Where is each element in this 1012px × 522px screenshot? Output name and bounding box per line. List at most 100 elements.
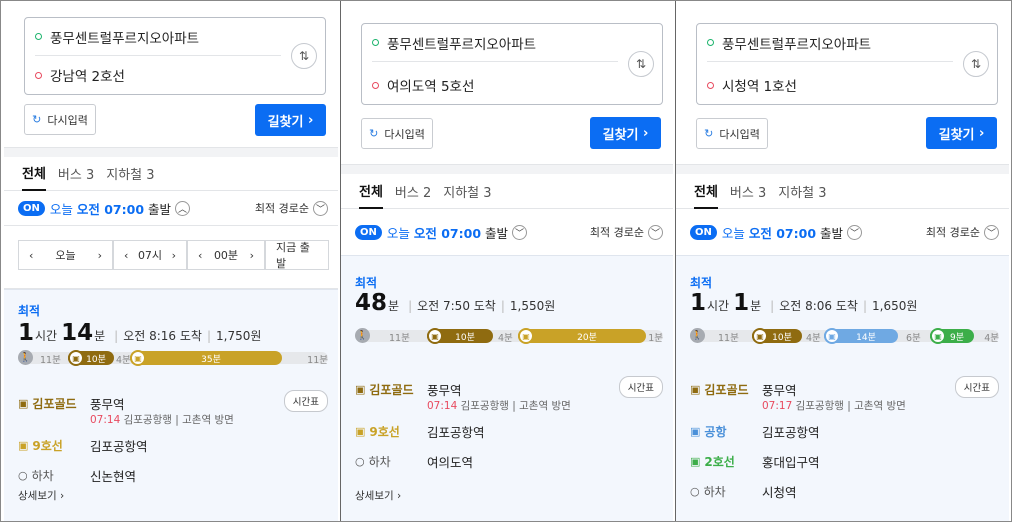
station-name: 풍무역 xyxy=(762,382,797,398)
day-stepper[interactable]: ‹ 오늘 › xyxy=(18,240,113,270)
swap-icon[interactable]: ⇅ xyxy=(291,43,317,69)
depart-time[interactable]: 오전 07:00 xyxy=(749,223,816,242)
origin-field[interactable]: 풍무센트럴푸르지오아파트 xyxy=(707,24,953,62)
minutes-unit: 분 xyxy=(388,299,400,313)
segment-duration: 10분 xyxy=(455,332,475,343)
segment-bar: 🚶 11분 ▣ 10분 4분 ▣ 20분 1분 xyxy=(355,328,663,344)
best-label: 최적 xyxy=(690,276,713,290)
destination-field[interactable]: 강남역 2호선 xyxy=(35,56,281,94)
timetable-button[interactable]: 시간표 xyxy=(954,376,999,398)
origin-field[interactable]: 풍무센트럴푸르지오아파트 xyxy=(372,24,618,62)
route-result-card[interactable]: 최적 48 분 | 오전 7:50 도착 | 1,550원 🚶 11분 ▣ 10분 4분… xyxy=(341,255,673,521)
depart-time[interactable]: 오전 07:00 xyxy=(414,223,481,242)
detail-link[interactable]: 상세보기 › xyxy=(18,488,64,503)
divider xyxy=(676,164,1009,174)
swap-icon[interactable]: ⇅ xyxy=(963,51,989,77)
chevron-down-icon[interactable]: ﹀ xyxy=(512,224,528,240)
segment-gimpo-gold: ▣ 10분 xyxy=(752,328,802,344)
walk-duration: 1분 xyxy=(648,333,663,344)
origin-field[interactable]: 풍무센트럴푸르지오아파트 xyxy=(35,18,281,56)
destination-text: 여의도역 5호선 xyxy=(387,79,475,95)
tab-all[interactable]: 전체 xyxy=(359,175,383,209)
next-icon[interactable]: › xyxy=(172,249,176,262)
find-route-button[interactable]: 길찾기 › xyxy=(926,117,997,149)
walk-duration: 11분 xyxy=(307,355,328,366)
train-icon: ▣ xyxy=(518,328,534,344)
detail-label: 상세보기 xyxy=(18,490,57,502)
sort-select[interactable]: 최적 경로순 ﹀ xyxy=(255,200,328,216)
timetable-button[interactable]: 시간표 xyxy=(618,376,663,398)
origin-dot-icon xyxy=(707,39,714,46)
on-toggle[interactable]: ON xyxy=(18,200,45,216)
best-label: 최적 xyxy=(355,276,378,290)
route-summary: 1 시간 1분 | 오전 8:06 도착 | 1,650원 xyxy=(690,290,918,316)
route-panel-cityhall: 풍무센트럴푸르지오아파트 시청역 1호선 ⇅ ↻ 다시입력 길찾기 › 전체 버스… xyxy=(675,1,1009,521)
sort-select[interactable]: 최적 경로순 ﹀ xyxy=(926,224,999,240)
station-name: 김포공항역 xyxy=(90,438,148,454)
on-toggle[interactable]: ON xyxy=(355,224,382,240)
prev-icon[interactable]: ‹ xyxy=(198,249,202,262)
tab-all[interactable]: 전체 xyxy=(694,175,718,209)
tab-subway[interactable]: 지하철 3 xyxy=(778,175,826,209)
prev-icon[interactable]: ‹ xyxy=(124,249,128,262)
hour-stepper[interactable]: ‹ 07시 › xyxy=(113,240,187,270)
mode-tabs: 전체 버스 2 지하철 3 xyxy=(341,175,673,209)
mode-tabs: 전체 버스 3 지하철 3 xyxy=(676,175,1009,209)
swap-icon[interactable]: ⇅ xyxy=(628,51,654,77)
depart-time[interactable]: 오전 07:00 xyxy=(77,199,144,218)
walk-icon: 🚶 xyxy=(355,328,370,343)
route-panel-gangnam: 풍무센트럴푸르지오아파트 강남역 2호선 ⇅ ↻ 다시입력 길찾기 › 전체 버스… xyxy=(4,1,338,521)
depart-suffix: 출발 xyxy=(485,225,509,241)
sort-select[interactable]: 최적 경로순 ﹀ xyxy=(590,224,663,240)
on-toggle[interactable]: ON xyxy=(690,224,717,240)
chevron-down-icon[interactable]: ﹀ xyxy=(847,224,863,240)
next-icon[interactable]: › xyxy=(98,249,102,262)
tab-bus[interactable]: 버스 3 xyxy=(730,175,766,209)
station-name: 홍대입구역 xyxy=(762,454,820,470)
tab-all[interactable]: 전체 xyxy=(22,157,46,191)
segment-duration: 14분 xyxy=(856,332,876,343)
find-route-button[interactable]: 길찾기 › xyxy=(255,104,326,136)
chevron-down-icon: ﹀ xyxy=(984,224,999,240)
line-label: ▣ 공항 xyxy=(690,424,727,439)
find-route-button[interactable]: 길찾기 › xyxy=(590,117,661,149)
reset-button[interactable]: ↻ 다시입력 xyxy=(361,118,433,149)
line-label: ▣ 김포골드 xyxy=(18,396,77,411)
step-transfer: ▣ 9호선 김포공항역 xyxy=(355,416,663,446)
destination-text: 강남역 2호선 xyxy=(50,69,125,85)
tab-subway[interactable]: 지하철 3 xyxy=(443,175,491,209)
depart-day[interactable]: 오늘 xyxy=(50,199,73,218)
train-icon: ▣ xyxy=(690,424,701,438)
fare: 1,550원 xyxy=(509,299,556,313)
segment-line2: ▣ 9분 xyxy=(930,328,974,344)
chevron-up-icon[interactable]: ︿ xyxy=(175,200,191,216)
destination-dot-icon xyxy=(707,81,714,89)
depart-now-button[interactable]: 지금 출발 xyxy=(265,240,329,270)
tab-subway[interactable]: 지하철 3 xyxy=(106,157,154,191)
minute-stepper[interactable]: ‹ 00분 › xyxy=(187,240,265,270)
fare: 1,650원 xyxy=(872,299,918,313)
route-result-card[interactable]: 최적 1 시간 1분 | 오전 8:06 도착 | 1,650원 🚶 11분 ▣ 10분… xyxy=(676,255,1009,521)
destination-field[interactable]: 시청역 1호선 xyxy=(707,66,953,104)
chevron-right-icon: › xyxy=(979,125,985,141)
reset-button[interactable]: ↻ 다시입력 xyxy=(696,118,768,149)
train-icon: ▣ xyxy=(355,424,366,438)
route-search-box: 풍무센트럴푸르지오아파트 강남역 2호선 ⇅ xyxy=(24,17,326,95)
tab-bus[interactable]: 버스 3 xyxy=(58,157,94,191)
tab-bus[interactable]: 버스 2 xyxy=(395,175,431,209)
depart-day[interactable]: 오늘 xyxy=(387,223,410,242)
prev-icon[interactable]: ‹ xyxy=(29,249,33,262)
destination-dot-icon xyxy=(372,81,379,89)
reset-button[interactable]: ↻ 다시입력 xyxy=(24,104,96,135)
detail-link[interactable]: 상세보기 › xyxy=(355,488,401,503)
segment-duration: 9분 xyxy=(949,332,964,343)
route-search-box: 풍무센트럴푸르지오아파트 여의도역 5호선 ⇅ xyxy=(361,23,663,105)
depart-day[interactable]: 오늘 xyxy=(722,223,745,242)
reset-label: 다시입력 xyxy=(384,127,425,141)
next-icon[interactable]: › xyxy=(250,249,254,262)
timetable-button[interactable]: 시간표 xyxy=(283,390,328,412)
sort-label: 최적 경로순 xyxy=(254,202,309,215)
destination-field[interactable]: 여의도역 5호선 xyxy=(372,66,618,104)
route-result-card[interactable]: 최적 1 시간 14 분 | 오전 8:16 도착 | 1,750원 🚶 11분 ▣ 10… xyxy=(4,289,338,521)
duration-hours: 1 xyxy=(690,290,707,316)
